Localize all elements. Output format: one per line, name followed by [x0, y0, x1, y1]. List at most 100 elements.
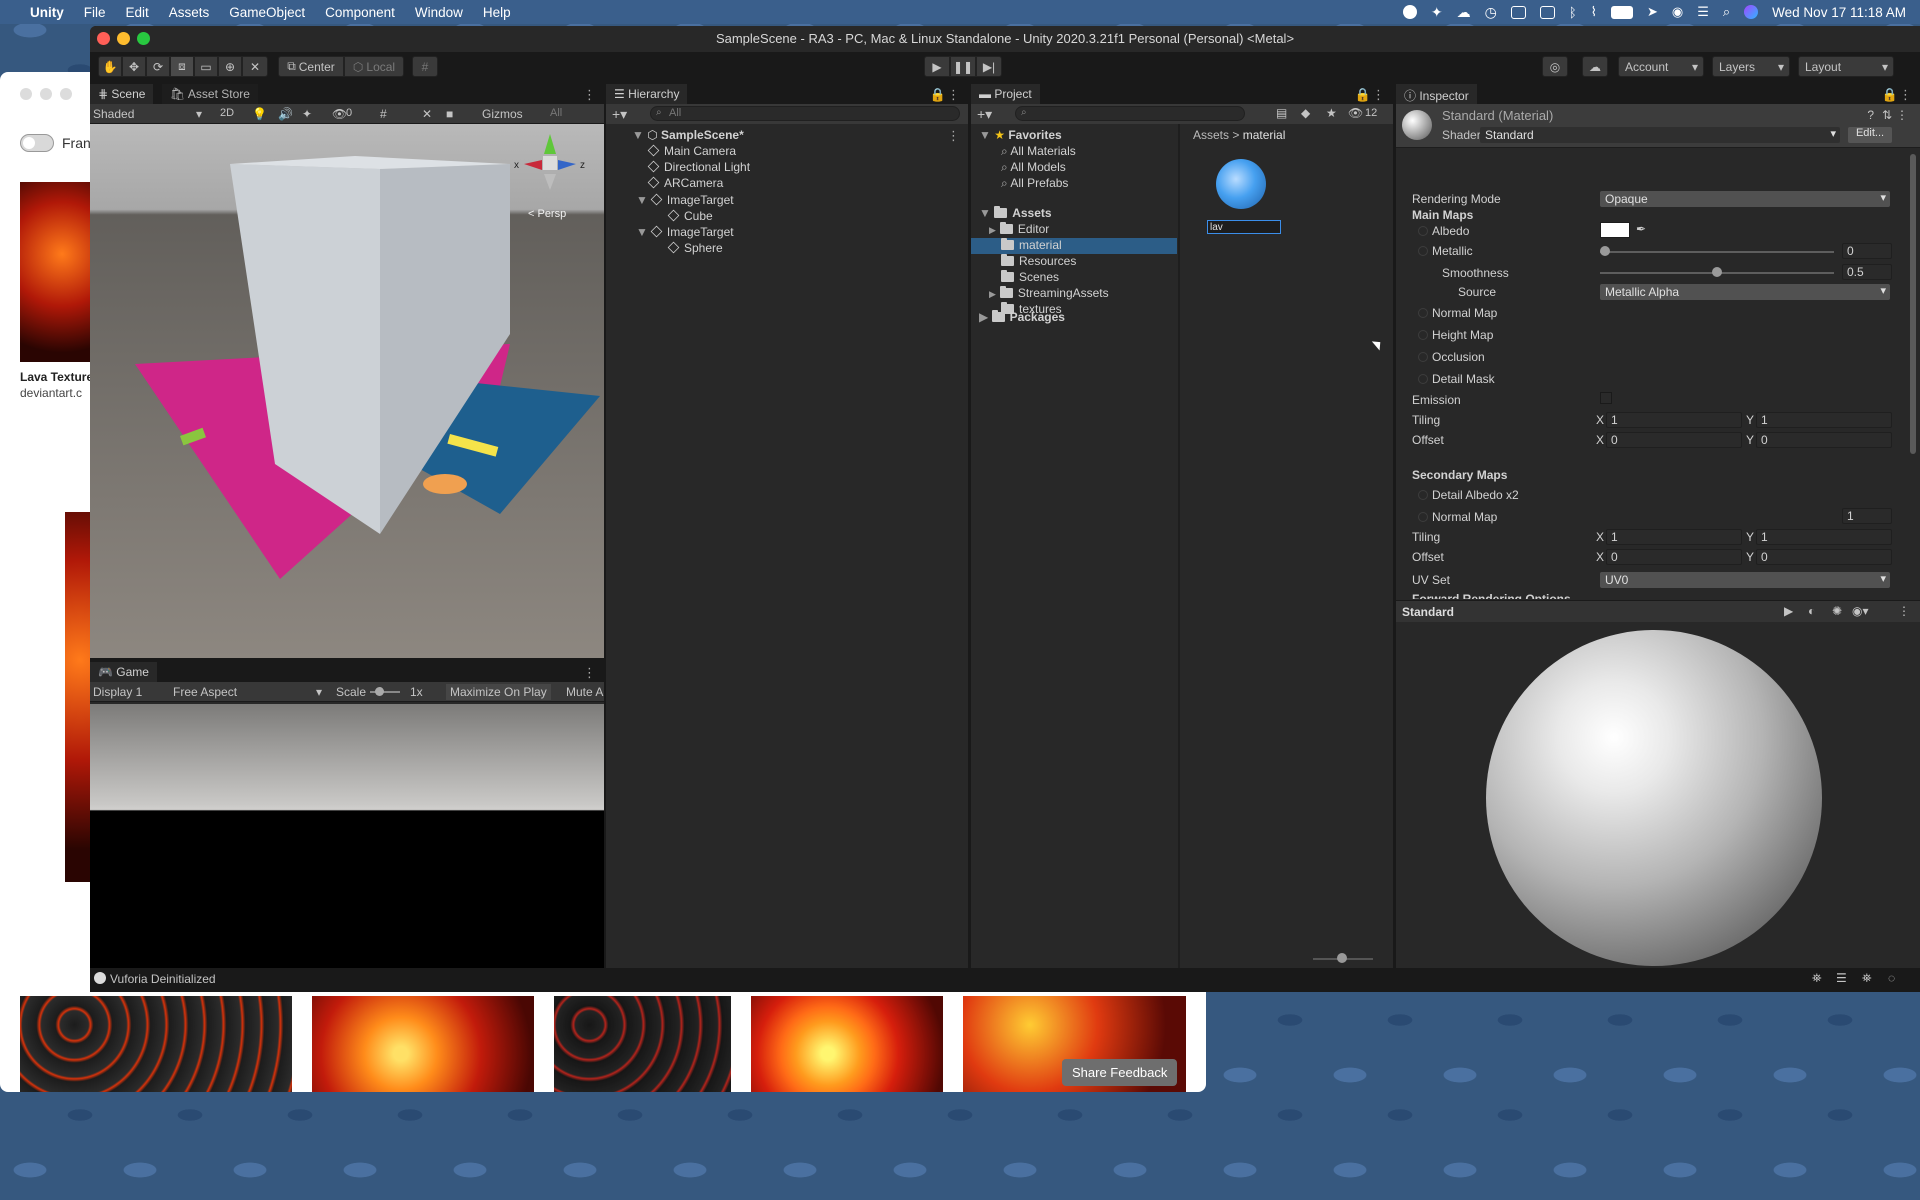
lava-thumb-1[interactable] [20, 996, 292, 1092]
settings-icon[interactable]: ◌ [1888, 971, 1895, 985]
inspector-more-icon[interactable]: ⋮ [1899, 87, 1912, 103]
spotlight-search-icon[interactable]: ⌕ [1723, 4, 1730, 20]
scene-search[interactable]: All [550, 107, 562, 119]
uv-set-dropdown[interactable]: UV0 [1600, 572, 1890, 588]
metallic-texture-slot[interactable] [1418, 246, 1428, 256]
detail-albedo-slot[interactable] [1418, 490, 1428, 500]
transform-tool-button[interactable]: ⊕ [218, 56, 242, 77]
preset-icon[interactable]: ⇅ [1882, 108, 1892, 122]
visibility-icon[interactable]: 👁 [332, 107, 347, 121]
lava-thumb-2[interactable] [312, 996, 534, 1092]
play-button[interactable]: ▶ [924, 56, 950, 77]
asset-folder[interactable]: Resources [971, 254, 1177, 270]
hierarchy-item[interactable]: ▼ ImageTarget [636, 225, 734, 239]
help-icon[interactable]: ? [1867, 108, 1874, 122]
offset-2-y-field[interactable]: 0 [1756, 549, 1892, 565]
project-create-dropdown[interactable]: +▾ [977, 106, 992, 123]
shader-dropdown[interactable]: Standard [1480, 127, 1840, 143]
pause-button[interactable]: ❚❚ [950, 56, 976, 77]
battery-icon[interactable] [1610, 5, 1633, 19]
aspect-dropdown[interactable]: Free Aspect [173, 685, 237, 699]
expand-arrow-icon[interactable]: ▼ [979, 206, 994, 220]
preview-light-icon[interactable]: ✺ [1832, 604, 1842, 618]
preview-mesh-icon[interactable]: ◐ [1808, 604, 1815, 618]
assets-header[interactable]: ▼ Assets [979, 206, 1052, 220]
camera-icon[interactable]: ■ [446, 107, 453, 121]
asset-folder[interactable]: material [971, 238, 1177, 254]
tab-project[interactable]: ▬ Project [971, 84, 1040, 104]
asset-rename-input[interactable] [1207, 220, 1281, 234]
audio-icon[interactable]: 🔊 [278, 107, 293, 121]
shading-chevron-icon[interactable]: ▾ [196, 107, 202, 121]
browser-max-dot[interactable] [60, 88, 72, 100]
metallic-slider-knob[interactable] [1600, 246, 1610, 256]
project-search-input[interactable] [1015, 106, 1245, 121]
material-preview[interactable] [1396, 622, 1920, 968]
search-by-label-icon[interactable]: ◆ [1301, 106, 1310, 120]
asset-folder[interactable]: ▶ Editor [971, 222, 1177, 238]
icon-size-slider-knob[interactable] [1337, 953, 1347, 963]
tiling-x-field[interactable]: 1 [1606, 412, 1742, 428]
offset-x-field[interactable]: 0 [1606, 432, 1742, 448]
asset-folder[interactable]: Scenes [971, 270, 1177, 286]
expand-arrow-icon[interactable]: ▼ [979, 128, 994, 142]
layout-dropdown[interactable]: Layout ▾ [1798, 56, 1894, 77]
progress-icon[interactable]: ☰ [1836, 971, 1847, 985]
filter-toggle[interactable] [20, 134, 54, 152]
expand-arrow-icon[interactable]: ▼ [636, 225, 648, 239]
offset-2-x-field[interactable]: 0 [1606, 549, 1742, 565]
emission-checkbox[interactable] [1600, 392, 1612, 404]
hierarchy-item[interactable]: ▼ ImageTarget [636, 193, 734, 207]
preview-shape-dropdown[interactable]: ◉▾ [1852, 604, 1869, 618]
material-more-icon[interactable]: ⋮ [1896, 108, 1908, 122]
favorites-item[interactable]: ⌕ All Materials [1001, 144, 1076, 159]
bluetooth-icon[interactable]: ᛒ [1569, 5, 1577, 20]
lava-result-image-2[interactable] [65, 512, 90, 882]
favorite-star-icon[interactable]: ★ [1326, 106, 1337, 120]
rotate-tool-button[interactable]: ⟳ [146, 56, 170, 77]
collab-icon[interactable]: ◎ [1542, 56, 1568, 77]
hierarchy-item[interactable]: ARCamera [647, 176, 723, 190]
menu-edit[interactable]: Edit [116, 5, 159, 20]
detail-mask-slot[interactable] [1418, 374, 1428, 384]
inspector-lock-icon[interactable]: 🔒 [1882, 87, 1898, 103]
hierarchy-item[interactable]: Sphere [667, 241, 723, 255]
game-viewport[interactable] [90, 704, 604, 968]
perspective-label[interactable]: < Persp [528, 208, 566, 220]
browser-min-dot[interactable] [40, 88, 52, 100]
unity-hub-icon[interactable]: ✦ [1431, 4, 1443, 21]
control-center-icon[interactable]: ☰ [1697, 4, 1709, 20]
account-dropdown[interactable]: Account ▾ [1618, 56, 1704, 77]
expand-arrow-icon[interactable]: ▶ [989, 225, 996, 235]
menu-assets[interactable]: Assets [159, 5, 220, 20]
lighting-icon[interactable]: 💡 [252, 107, 267, 121]
tiling-y-field[interactable]: 1 [1756, 412, 1892, 428]
wifi-off-icon[interactable]: ⌇ [1591, 4, 1597, 20]
height-map-slot[interactable] [1418, 330, 1428, 340]
status-message[interactable]: Vuforia Deinitialized [110, 972, 216, 986]
expand-arrow-icon[interactable]: ▶ [989, 289, 996, 299]
move-tool-button[interactable]: ✥ [122, 56, 146, 77]
user-icon[interactable]: ◉ [1672, 4, 1683, 20]
cloud-services-icon[interactable]: ☁ [1582, 56, 1608, 77]
albedo-color-field[interactable] [1600, 222, 1630, 238]
cloud-icon[interactable]: ☁ [1457, 4, 1471, 21]
lava-thumb-3[interactable] [554, 996, 731, 1092]
scene-root[interactable]: ▼ ⬡ SampleScene* [632, 128, 744, 142]
browser-close-dot[interactable] [20, 88, 32, 100]
eyedropper-icon[interactable]: ✒ [1636, 222, 1646, 236]
hierarchy-search-input[interactable]: All [650, 106, 960, 121]
bug-report-icon[interactable]: ⛯ [1812, 971, 1822, 986]
game-more-icon[interactable]: ⋮ [583, 665, 596, 681]
new-material-asset[interactable] [1216, 159, 1266, 209]
menu-window[interactable]: Window [405, 5, 473, 20]
lava-thumb-4[interactable] [751, 996, 943, 1092]
tab-asset-store[interactable]: 🛍 Asset Store [162, 84, 258, 104]
clock[interactable]: Wed Nov 17 11:18 AM [1772, 5, 1906, 20]
packages-header[interactable]: ▶ Packages [979, 310, 1065, 324]
tab-game[interactable]: 🎮 Game [90, 662, 157, 682]
pivot-local-button[interactable]: ⬡ Local [344, 56, 404, 77]
menu-help[interactable]: Help [473, 5, 521, 20]
hierarchy-item[interactable]: Directional Light [647, 160, 750, 174]
tiling-2-x-field[interactable]: 1 [1606, 529, 1742, 545]
